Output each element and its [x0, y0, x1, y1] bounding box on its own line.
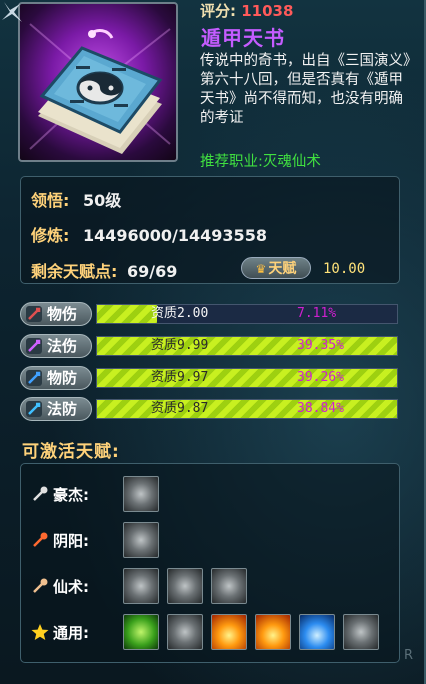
attribute-label: 物伤 [47, 305, 78, 323]
cultivation-row: 修炼: 14496000/14493558 [31, 222, 267, 246]
talent-skill-icon[interactable] [211, 614, 247, 650]
attribute-tag[interactable]: 物防 [20, 366, 92, 390]
attribute-label: 法防 [47, 400, 78, 418]
talent-category-label: 豪杰: [53, 486, 89, 504]
shield-icon [26, 370, 42, 386]
score-line: 评分: 11038 [200, 0, 293, 21]
attribute-percent: 7.11% [297, 306, 337, 321]
talent-skill-icon[interactable] [123, 568, 159, 604]
talent-skill-icon[interactable] [343, 614, 379, 650]
attribute-bar-row: 物伤 资质2.00 7.11% [20, 302, 400, 326]
item-icon-frame [18, 2, 178, 162]
corner-mark: R [404, 648, 414, 663]
star-icon [31, 624, 49, 640]
crown-icon: ♛ [255, 262, 267, 276]
attribute-tag[interactable]: 法防 [20, 397, 92, 421]
talent-skill-icon[interactable] [167, 614, 203, 650]
attribute-bar-track: 资质9.87 38.84% [96, 399, 398, 419]
item-name: 遁甲天书 [201, 26, 285, 50]
attribute-label: 法伤 [47, 337, 78, 355]
attribute-bar-row: 物防 资质9.97 39.26% [20, 366, 400, 390]
talent-skill-icon[interactable] [123, 522, 159, 558]
score-label: 评分: [200, 2, 236, 20]
activatable-talents-title: 可激活天赋: [22, 442, 120, 462]
attribute-tag[interactable]: 法伤 [20, 334, 92, 358]
talent-skill-icon[interactable] [255, 614, 291, 650]
talent-skill-icon[interactable] [123, 476, 159, 512]
talent-category-label: 仙术: [53, 578, 89, 596]
cultivation-label: 修炼: [31, 226, 70, 245]
attribute-quality: 资质9.99 [151, 338, 209, 353]
attribute-percent: 38.84% [297, 401, 344, 416]
talent-button[interactable]: ♛ 天赋 [241, 257, 311, 279]
talent-skill-icon[interactable] [211, 568, 247, 604]
item-detail-panel: 评分: 11038 遁甲天书 传说中的奇书，出自《三国演义》第六十八回，但是否真… [0, 0, 426, 684]
attribute-bar-track: 资质9.97 39.26% [96, 368, 398, 388]
sword-icon [26, 306, 42, 322]
attribute-bar-track: 资质2.00 7.11% [96, 304, 398, 324]
activatable-talents-box: 豪杰: 阴阳: 仙术: 通用: [20, 463, 400, 663]
comprehension-value: 50级 [82, 191, 122, 210]
attribute-label: 物防 [47, 369, 78, 387]
comprehension-row: 领悟: 50级 [31, 187, 121, 211]
item-description: 传说中的奇书，出自《三国演义》第六十八回，但是否真有《遁甲天书》尚不得而知，也没… [200, 53, 411, 126]
talent-skill-icon[interactable] [299, 614, 335, 650]
comprehension-label: 领悟: [31, 191, 70, 210]
attribute-bar-row: 法防 资质9.87 38.84% [20, 397, 400, 421]
axe-icon [33, 486, 48, 501]
score-value: 11038 [241, 2, 294, 20]
magic-shield-icon [26, 401, 42, 417]
talent-category-label: 通用: [53, 624, 89, 642]
taoist-book-icon [29, 23, 171, 154]
attribute-percent: 39.35% [297, 338, 344, 353]
talent-button-label: 天赋 [268, 261, 297, 277]
attribute-quality: 资质2.00 [151, 306, 209, 321]
talent-skill-icon[interactable] [167, 568, 203, 604]
talent-points-row: 剩余天赋点: 69/69 [31, 258, 177, 282]
attribute-bar-track: 资质9.99 39.35% [96, 336, 398, 356]
staff-icon [33, 532, 48, 547]
attribute-tag[interactable]: 物伤 [20, 302, 92, 326]
sparkle-icon [2, 2, 22, 22]
talent-category-label: 阴阳: [53, 532, 89, 550]
talent-points-label: 剩余天赋点: [31, 262, 118, 281]
cultivation-value: 14496000/14493558 [82, 226, 267, 245]
talent-points-value: 69/69 [126, 262, 178, 281]
attribute-quality: 资质9.97 [151, 370, 209, 385]
stats-box: 领悟: 50级 修炼: 14496000/14493558 剩余天赋点: 69/… [20, 176, 400, 284]
attribute-quality: 资质9.87 [151, 401, 209, 416]
attribute-percent: 39.26% [297, 370, 344, 385]
attribute-bar-row: 法伤 资质9.99 39.35% [20, 334, 400, 358]
recommended-class: 推荐职业:灭魂仙术 [200, 154, 321, 170]
talent-skill-icon[interactable] [123, 614, 159, 650]
hand-icon [33, 578, 48, 593]
talent-number: 10.00 [323, 261, 366, 277]
magic-bolt-icon [26, 338, 42, 354]
